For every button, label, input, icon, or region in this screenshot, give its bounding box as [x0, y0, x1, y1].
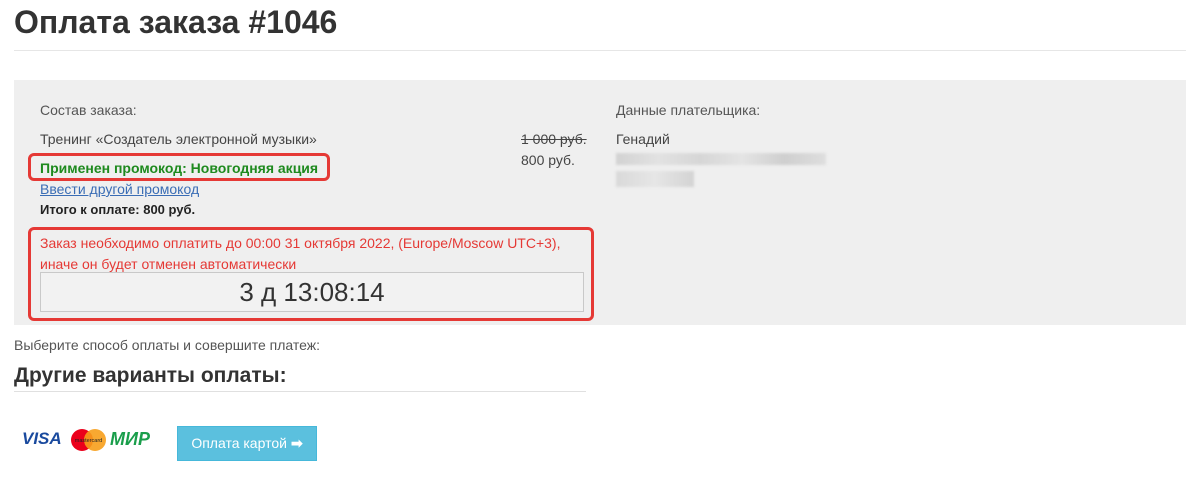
pay-by-card-label: Оплата картой — [191, 435, 287, 451]
title-divider — [14, 50, 1186, 51]
payer-details-redacted-2 — [616, 171, 694, 187]
choose-payment-text: Выберите способ оплаты и совершите плате… — [14, 337, 321, 353]
old-price: 1 000 руб. — [521, 131, 587, 147]
mastercard-logo-text: mastercard — [75, 438, 103, 444]
enter-other-promo-link[interactable]: Ввести другой промокод — [40, 181, 199, 197]
mir-logo: МИР — [110, 429, 151, 449]
heading-divider — [14, 391, 586, 392]
new-price: 800 руб. — [521, 152, 575, 168]
order-total: Итого к оплате: 800 руб. — [40, 202, 196, 217]
order-panel: Состав заказа: Тренинг «Создатель электр… — [14, 80, 1186, 325]
order-heading: Состав заказа: — [40, 102, 137, 118]
card-logos: VISA mastercard МИР — [22, 429, 151, 451]
payer-heading: Данные плательщика: — [616, 102, 761, 118]
promo-applied-label: Применен промокод: Новогодняя акция — [40, 160, 319, 176]
pay-by-card-button[interactable]: Оплата картой ➡ — [177, 426, 317, 461]
page-title: Оплата заказа #1046 — [14, 4, 338, 40]
visa-logo: VISA — [22, 429, 62, 448]
payer-name: Генадий — [616, 131, 670, 147]
other-payment-heading: Другие варианты оплаты: — [14, 364, 287, 387]
order-item-name: Тренинг «Создатель электронной музыки» — [40, 131, 317, 147]
arrow-right-icon: ➡ — [290, 435, 303, 451]
payment-deadline-text: Заказ необходимо оплатить до 00:00 31 ок… — [40, 235, 561, 272]
countdown-timer: 3 д 13:08:14 — [40, 272, 584, 312]
payer-details-redacted — [616, 153, 826, 165]
